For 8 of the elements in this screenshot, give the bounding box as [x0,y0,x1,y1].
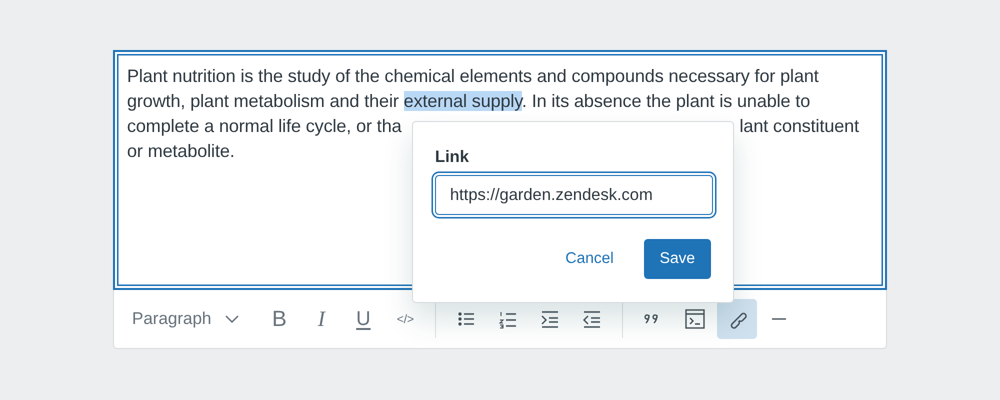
field-label: Link [435,148,469,167]
paragraph-text: . In its absence the plant is unable to [522,91,810,111]
paragraph-text: Plant nutrition is the study of the chemical elements and compounds necessary for plant [127,66,819,86]
paragraph-text: lant constituent [740,115,859,138]
paragraph-text: complete a normal life cycle, or tha [127,115,402,138]
selected-text: external supply [404,91,522,111]
paragraph-text: growth, plant metabolism and their [127,91,400,111]
paragraph-text: or metabolite. [127,141,235,161]
